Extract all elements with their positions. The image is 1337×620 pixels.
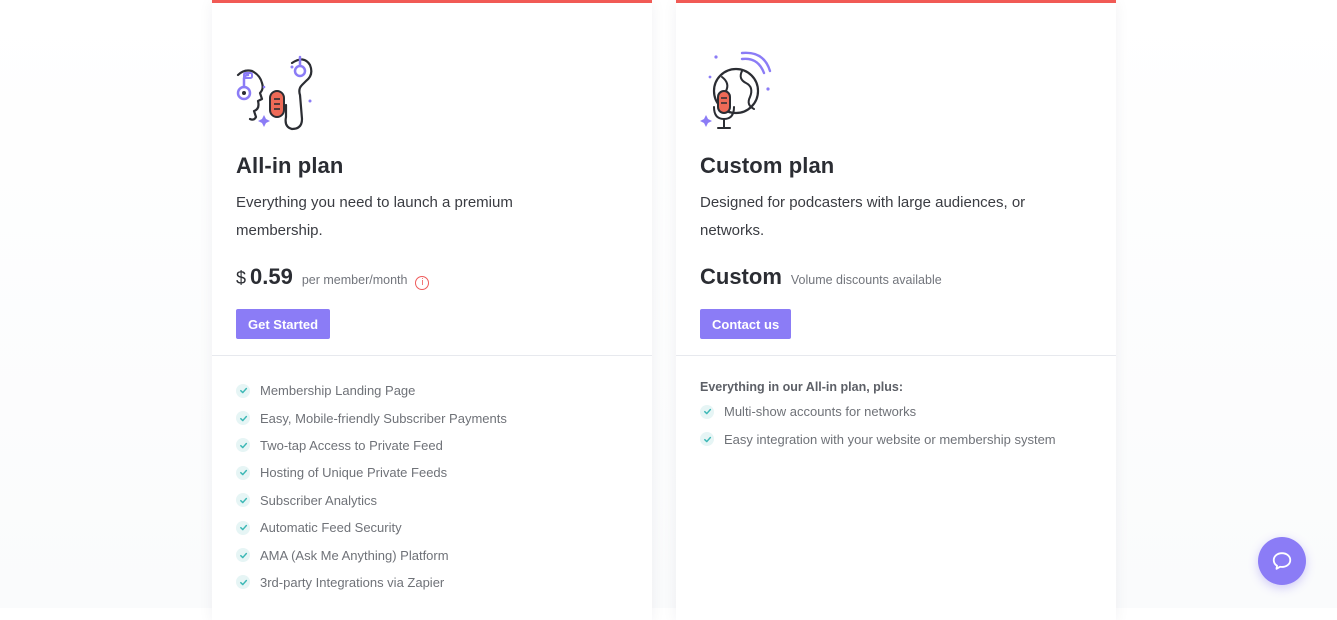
check-icon (236, 520, 250, 535)
check-icon (236, 548, 250, 563)
check-icon (236, 465, 250, 480)
feature-label: Hosting of Unique Private Feeds (260, 465, 448, 481)
feature-item: Subscriber Analytics (236, 487, 652, 514)
feature-label: Membership Landing Page (260, 383, 416, 399)
plan-description: Everything you need to launch a premium … (236, 194, 513, 239)
features-intro: Everything in our All-in plan, plus: (700, 380, 904, 394)
plan-title: Custom plan (700, 153, 835, 178)
feature-item: Hosting of Unique Private Feeds (236, 459, 652, 486)
plan-title: All-in plan (236, 153, 344, 178)
feature-item: Automatic Feed Security (236, 514, 652, 541)
contact-us-button[interactable]: Contact us (700, 309, 792, 339)
feature-label: AMA (Ask Me Anything) Platform (260, 547, 449, 563)
price-unit: Volume discounts available (790, 273, 942, 287)
check-icon (236, 493, 250, 508)
check-icon (236, 438, 250, 453)
feature-label: Easy, Mobile-friendly Subscriber Payment… (260, 410, 507, 426)
feature-item: Easy integration with your website or me… (700, 425, 1116, 452)
feature-item: Multi-show accounts for networks (700, 398, 1116, 425)
feature-label: Automatic Feed Security (260, 520, 402, 536)
feature-item: Easy, Mobile-friendly Subscriber Payment… (236, 404, 652, 431)
feature-item: Membership Landing Page (236, 377, 652, 404)
pricing-card-header: All-in plan Everything you need to launc… (212, 3, 652, 356)
pricing-card-custom: Custom plan Designed for podcasters with… (676, 0, 1116, 620)
price-unit: per member/month (301, 273, 408, 287)
chat-bubble-icon (1272, 552, 1292, 570)
feature-list: Multi-show accounts for networks Easy in… (676, 394, 1116, 453)
pricing-card-header: Custom plan Designed for podcasters with… (676, 3, 1116, 356)
feature-list: Membership Landing Page Easy, Mobile-fri… (212, 356, 652, 596)
feature-label: Two-tap Access to Private Feed (260, 437, 443, 453)
get-started-button[interactable]: Get Started (236, 309, 331, 339)
currency-symbol: $ (236, 268, 247, 288)
chat-launcher-button[interactable] (1258, 537, 1306, 585)
podcasters-headphones-microphone-icon (236, 55, 313, 131)
price-row: Custom Volume discounts available (700, 264, 942, 290)
feature-item: Two-tap Access to Private Feed (236, 432, 652, 459)
feature-label: 3rd-party Integrations via Zapier (260, 574, 445, 590)
price-row: $ 0.59 per member/month i (236, 264, 430, 290)
feature-item: AMA (Ask Me Anything) Platform (236, 541, 652, 568)
check-icon (236, 575, 250, 590)
feature-label: Easy integration with your website or me… (724, 431, 1056, 447)
price-value: 0.59 (250, 264, 293, 289)
check-icon (700, 404, 714, 419)
feature-label: Multi-show accounts for networks (724, 404, 917, 420)
pricing-card-all-in: All-in plan Everything you need to launc… (212, 0, 652, 620)
globe-microphone-icon (700, 51, 772, 129)
feature-item: 3rd-party Integrations via Zapier (236, 569, 652, 596)
check-icon (236, 411, 250, 426)
feature-label: Subscriber Analytics (260, 492, 378, 508)
price-value: Custom (700, 264, 782, 289)
check-icon (236, 383, 250, 398)
plan-description: Designed for podcasters with large audie… (700, 194, 1026, 239)
check-icon (700, 432, 714, 447)
info-circle-icon[interactable]: i (415, 276, 430, 290)
